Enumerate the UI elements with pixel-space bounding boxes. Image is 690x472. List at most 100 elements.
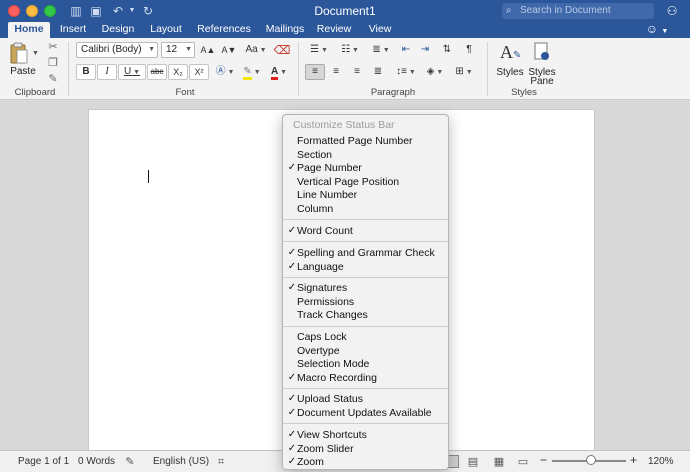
menu-item-zoom-slider[interactable]: ✓ Zoom Slider [283, 442, 448, 456]
menu-item-overtype[interactable]: Overtype [283, 344, 448, 358]
language-status[interactable]: English (US) [153, 456, 209, 468]
decrease-indent-icon[interactable]: ⇤ [397, 42, 415, 58]
zoom-in-button[interactable]: + [630, 454, 637, 466]
clear-formatting-icon[interactable]: ⌫ [272, 42, 292, 58]
undo-dropdown-icon[interactable]: ▼ [124, 3, 140, 19]
pilcrow-icon[interactable]: ¶ [460, 42, 478, 58]
zoom-slider-thumb[interactable] [586, 455, 596, 465]
customize-status-bar-menu: Customize Status Bar Formatted Page Numb… [282, 114, 449, 470]
close-window-button[interactable] [8, 5, 20, 17]
read-mode-icon[interactable]: ▭ [516, 455, 530, 469]
styles-button[interactable]: A✎ Styles [494, 42, 526, 78]
format-painter-icon[interactable]: ✎ [46, 72, 60, 86]
styles-pane-button[interactable]: Styles Pane [528, 42, 556, 87]
checkmark-icon: ✓ [287, 247, 297, 258]
menu-item-document-updates[interactable]: ✓ Document Updates Available [283, 406, 448, 420]
tab-mailings[interactable]: Mailings [262, 22, 308, 38]
redo-icon[interactable]: ↻ [140, 3, 156, 19]
search-input[interactable]: ⌕ Search in Document [502, 3, 654, 19]
font-color-button[interactable]: A ▼ [266, 64, 292, 80]
zoom-level[interactable]: 120% [648, 456, 674, 468]
shrink-font-button[interactable]: A▼ [219, 42, 239, 58]
borders-button[interactable]: ⊞ ▼ [451, 64, 477, 80]
underline-button[interactable]: U ▼ [118, 64, 146, 80]
menu-item-selection-mode[interactable]: Selection Mode [283, 357, 448, 371]
bold-button[interactable]: B [76, 64, 96, 80]
line-spacing-icon: ↕≡ [396, 66, 407, 77]
align-right-icon[interactable]: ≡ [347, 64, 367, 80]
focus-view-icon[interactable]: ▦ [492, 455, 506, 469]
menu-item-vertical-page-position[interactable]: Vertical Page Position [283, 175, 448, 189]
font-size-combo[interactable]: 12 ▼ [161, 42, 195, 58]
ribbon-divider [487, 42, 488, 96]
bullets-button[interactable]: ☰ ▼ [305, 42, 333, 58]
subscript-button[interactable]: X₂ [168, 64, 188, 80]
paste-button[interactable]: ▼ Paste [6, 42, 40, 80]
menu-item-permissions[interactable]: Permissions [283, 295, 448, 309]
tab-home[interactable]: Home [8, 22, 50, 38]
menu-item-caps-lock[interactable]: Caps Lock [283, 330, 448, 344]
multilevel-list-button[interactable]: ≣ ▼ [367, 42, 395, 58]
menu-item-label: Caps Lock [297, 331, 347, 343]
menu-item-formatted-page-number[interactable]: Formatted Page Number [283, 134, 448, 148]
menu-item-signatures[interactable]: ✓ Signatures [283, 281, 448, 295]
menu-item-column[interactable]: Column [283, 202, 448, 216]
styles-pane-icon [534, 42, 549, 60]
italic-button[interactable]: I [97, 64, 117, 80]
checkmark-icon: ✓ [287, 282, 297, 293]
align-left-icon[interactable]: ≡ [305, 64, 325, 80]
feedback-smiley-icon[interactable]: ☺ ▼ [644, 22, 670, 38]
increase-indent-icon[interactable]: ⇥ [416, 42, 434, 58]
tab-design[interactable]: Design [98, 22, 138, 38]
menu-item-label: Section [297, 149, 333, 161]
tab-view[interactable]: View [362, 22, 398, 38]
word-count-status[interactable]: 0 Words [78, 456, 115, 468]
change-case-button[interactable]: Aa ▼ [243, 42, 269, 58]
cut-icon[interactable]: ✂ [46, 40, 60, 54]
sort-icon[interactable]: ⇅ [438, 42, 456, 58]
checkmark-icon: ✓ [287, 407, 297, 418]
shading-button[interactable]: ◈ ▼ [422, 64, 448, 80]
tab-review[interactable]: Review [314, 22, 354, 38]
sidebar-toggle-icon[interactable]: ▥ [68, 3, 84, 19]
menu-item-zoom[interactable]: ✓ Zoom [283, 455, 448, 469]
tab-layout[interactable]: Layout [146, 22, 186, 38]
superscript-button[interactable]: X² [189, 64, 209, 80]
numbering-button[interactable]: ☷ ▼ [336, 42, 364, 58]
minimize-window-button[interactable] [26, 5, 38, 17]
text-effects-button[interactable]: Ⓐ ▼ [212, 64, 238, 80]
title-bar: ▥ ▣ ↶ ▼ ↻ Document1 ⌕ Search in Document… [0, 0, 690, 22]
maximize-window-button[interactable] [44, 5, 56, 17]
macro-recording-icon[interactable]: ⌗ [214, 455, 228, 469]
tab-references[interactable]: References [194, 22, 254, 38]
menu-item-macro-recording[interactable]: ✓ Macro Recording [283, 371, 448, 385]
checkmark-icon: ✓ [287, 429, 297, 440]
menu-item-label: Upload Status [297, 393, 363, 405]
paste-dropdown-icon[interactable]: ▼ [32, 50, 39, 57]
grow-font-button[interactable]: A▲ [198, 42, 218, 58]
line-spacing-button[interactable]: ↕≡ ▼ [393, 64, 419, 80]
menu-item-upload-status[interactable]: ✓ Upload Status [283, 392, 448, 406]
menu-item-view-shortcuts[interactable]: ✓ View Shortcuts [283, 428, 448, 442]
menu-item-line-number[interactable]: Line Number [283, 188, 448, 202]
font-name-combo[interactable]: Calibri (Body) ▼ [76, 42, 158, 58]
page-number-status[interactable]: Page 1 of 1 [18, 456, 69, 468]
align-center-icon[interactable]: ≡ [326, 64, 346, 80]
proofing-icon[interactable]: ✎ [123, 455, 137, 469]
menu-item-label: Line Number [297, 189, 358, 201]
zoom-out-button[interactable]: − [540, 454, 547, 466]
justify-icon[interactable]: ≣ [368, 64, 388, 80]
strikethrough-button[interactable]: abc [147, 64, 167, 80]
menu-item-word-count[interactable]: ✓ Word Count [283, 224, 448, 238]
share-icon[interactable]: ⚇ [664, 3, 680, 19]
menu-item-language[interactable]: ✓ Language [283, 260, 448, 274]
copy-icon[interactable]: ❐ [46, 56, 60, 70]
tab-insert[interactable]: Insert [56, 22, 90, 38]
save-icon[interactable]: ▣ [88, 3, 104, 19]
menu-item-spelling-grammar[interactable]: ✓ Spelling and Grammar Check [283, 246, 448, 260]
highlight-button[interactable]: ✎ ▼ [239, 64, 265, 80]
menu-item-section[interactable]: Section [283, 148, 448, 162]
menu-item-page-number[interactable]: ✓ Page Number [283, 161, 448, 175]
menu-item-track-changes[interactable]: Track Changes [283, 308, 448, 322]
web-layout-view-icon[interactable]: ▤ [466, 455, 480, 469]
